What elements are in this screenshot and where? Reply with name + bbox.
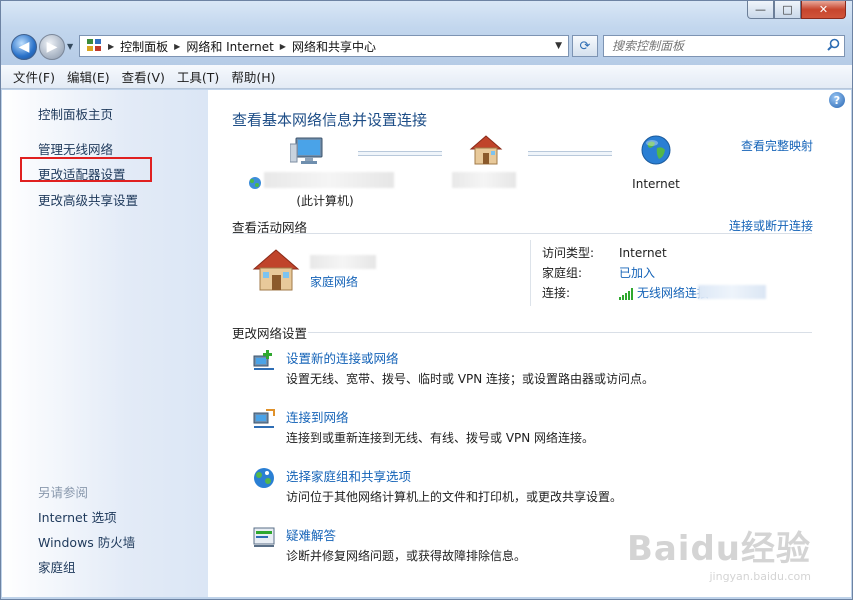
network-globe-small-icon [249, 177, 261, 189]
house-icon [469, 135, 503, 165]
refresh-icon: ⟳ [579, 38, 591, 54]
troubleshoot-icon [253, 527, 275, 547]
homegroup-sharing-icon [254, 468, 274, 488]
see-full-map-link[interactable]: 查看完整映射 [741, 137, 813, 154]
computer-icon [289, 137, 323, 164]
main-panel: ? 查看基本网络信息并设置连接 查看完整映射 (此计算机) Internet 查… [208, 90, 851, 597]
homegroup-value-link[interactable]: 已加入 [619, 266, 655, 280]
breadcrumb-separator-icon[interactable]: ▶ [172, 42, 182, 51]
connect-network-icon [253, 409, 275, 428]
highlight-box [20, 157, 152, 182]
watermark-logo: Baidu经验 [626, 529, 811, 569]
caption-buttons: — □ ✕ [747, 1, 846, 19]
search-input[interactable] [604, 38, 822, 54]
sidebar: 控制面板主页 管理无线网络 更改适配器设置 更改高级共享设置 另请参阅 Inte… [2, 90, 208, 597]
address-dropdown-icon[interactable]: ▼ [549, 41, 568, 51]
wifi-signal-icon [619, 287, 633, 300]
search-icon[interactable] [822, 38, 844, 55]
connections-row: 连接: 无线网络连接 [542, 284, 709, 301]
breadcrumb-separator-icon[interactable]: ▶ [278, 42, 288, 51]
address-bar[interactable]: ▶ 控制面板 ▶ 网络和 Internet ▶ 网络和共享中心 ▼ [79, 35, 569, 57]
homegroup-row: 家庭组: 已加入 [542, 264, 655, 281]
refresh-button[interactable]: ⟳ [572, 35, 598, 57]
task-title-link[interactable]: 连接到网络 [286, 407, 349, 426]
task-description: 诊断并修复网络问题，或获得故障排除信息。 [286, 549, 527, 563]
connections-label: 连接: [542, 286, 571, 300]
recent-pages-dropdown-icon[interactable]: ▼ [67, 42, 73, 51]
breadcrumb-sharing-center[interactable]: 网络和共享中心 [288, 38, 380, 55]
content-area: 控制面板主页 管理无线网络 更改适配器设置 更改高级共享设置 另请参阅 Inte… [2, 90, 851, 597]
sidebar-item-control-panel-home[interactable]: 控制面板主页 [38, 104, 113, 123]
task-description: 连接到或重新连接到无线、有线、拨号或 VPN 网络连接。 [286, 431, 595, 445]
this-computer-node[interactable] [248, 136, 368, 169]
task-title-link[interactable]: 疑难解答 [286, 525, 336, 544]
connection-line [528, 151, 612, 156]
task-title-link[interactable]: 选择家庭组和共享选项 [286, 466, 411, 485]
forward-button[interactable]: ▶ [39, 34, 65, 60]
network-type-link[interactable]: 家庭网络 [310, 273, 358, 290]
access-type-label: 访问类型: [542, 246, 595, 260]
divider [232, 233, 812, 234]
house-icon [252, 249, 300, 291]
watermark-url: jingyan.baidu.com [709, 570, 811, 583]
redacted-ssid [698, 285, 766, 299]
divider [530, 240, 531, 306]
control-panel-icon [80, 38, 106, 55]
maximize-button[interactable]: □ [774, 1, 801, 19]
minimize-button[interactable]: — [747, 1, 774, 19]
divider [308, 332, 812, 333]
explorer-window: — □ ✕ ◀ ▶ ▼ ▶ 控制面板 ▶ 网络和 Internet ▶ 网络和共… [0, 0, 853, 600]
breadcrumb-control-panel[interactable]: 控制面板 [116, 38, 172, 55]
menu-help[interactable]: 帮助(H) [225, 67, 281, 86]
internet-label: Internet [632, 177, 680, 191]
help-icon[interactable]: ? [829, 92, 845, 108]
homegroup-label: 家庭组: [542, 266, 583, 280]
close-button[interactable]: ✕ [801, 1, 846, 19]
sidebar-item-advanced-sharing[interactable]: 更改高级共享设置 [38, 190, 138, 209]
menu-edit[interactable]: 编辑(E) [61, 67, 116, 86]
connection-line [358, 151, 442, 156]
redacted-network-name [310, 255, 376, 269]
breadcrumb-separator-icon: ▶ [108, 41, 115, 51]
menu-view[interactable]: 查看(V) [116, 67, 171, 86]
sidebar-item-manage-wireless[interactable]: 管理无线网络 [38, 139, 113, 158]
access-type-row: 访问类型: Internet [542, 244, 667, 261]
see-also-heading: 另请参阅 [38, 485, 89, 500]
menu-file[interactable]: 文件(F) [7, 67, 61, 86]
sidebar-item-homegroup[interactable]: 家庭组 [38, 557, 76, 576]
task-description: 访问位于其他网络计算机上的文件和打印机，或更改共享设置。 [286, 490, 623, 504]
page-title: 查看基本网络信息并设置连接 [232, 111, 428, 129]
task-description: 设置无线、宽带、拨号、临时或 VPN 连接；或设置路由器或访问点。 [286, 372, 655, 386]
new-connection-icon [253, 350, 274, 370]
internet-node[interactable] [628, 134, 684, 169]
redacted-network-name [452, 172, 516, 188]
breadcrumb-network-internet[interactable]: 网络和 Internet [182, 38, 277, 55]
this-computer-label: (此计算机) [296, 194, 354, 208]
access-type-value: Internet [619, 246, 667, 260]
search-box[interactable] [603, 35, 845, 57]
network-node[interactable] [466, 134, 506, 169]
menu-bar: 文件(F) 编辑(E) 查看(V) 工具(T) 帮助(H) [1, 65, 852, 89]
globe-icon [641, 135, 671, 165]
menu-tools[interactable]: 工具(T) [171, 67, 225, 86]
back-button[interactable]: ◀ [11, 34, 37, 60]
connect-disconnect-link[interactable]: 连接或断开连接 [729, 217, 813, 234]
sidebar-item-windows-firewall[interactable]: Windows 防火墙 [38, 532, 135, 551]
redacted-computer-name [264, 172, 394, 188]
task-title-link[interactable]: 设置新的连接或网络 [286, 348, 399, 367]
change-settings-heading: 更改网络设置 [232, 326, 308, 341]
active-network-icon [252, 248, 300, 295]
watermark: Baidu经验 jingyan.baidu.com [627, 521, 811, 583]
sidebar-item-internet-options[interactable]: Internet 选项 [38, 507, 117, 526]
title-bar: — □ ✕ ◀ ▶ ▼ ▶ 控制面板 ▶ 网络和 Internet ▶ 网络和共… [1, 1, 852, 65]
